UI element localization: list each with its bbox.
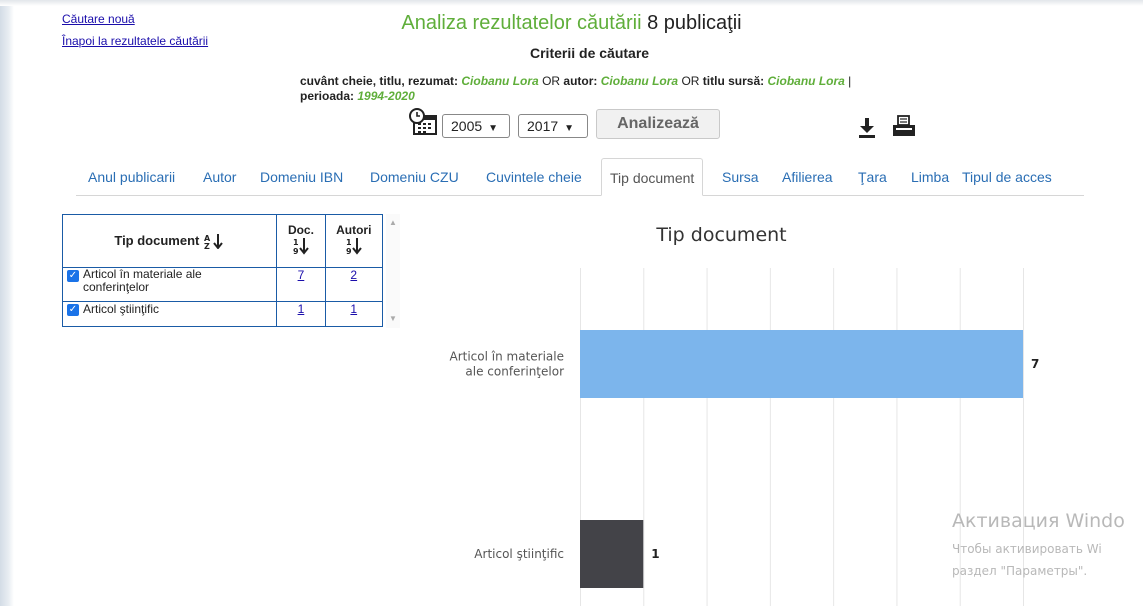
criteria-separator: | [848, 74, 852, 88]
svg-text:1: 1 [293, 238, 299, 247]
page-title: Analiza rezultatelor căutării 8 publicaţ… [0, 12, 1143, 35]
analyze-button[interactable]: Analizează [596, 109, 720, 139]
row-authors-link[interactable]: 2 [350, 268, 357, 282]
column-header-type[interactable]: Tip document A Z [61, 214, 278, 268]
row-name-cell: ✓ Articol ştiinţific [61, 301, 278, 327]
window-edge [0, 0, 14, 606]
watermark-title: Активация Windo [952, 510, 1125, 532]
criteria-value: Ciobanu Lora [461, 74, 539, 88]
analysis-tabs: Anul publicarii Autor Domeniu IBN Domeni… [76, 158, 1084, 196]
svg-text:9: 9 [346, 247, 352, 255]
calendar-clock-icon [409, 108, 437, 135]
svg-text:1: 1 [346, 238, 352, 247]
table-row: ✓ Articol în materiale ale conferinţelor … [61, 267, 384, 302]
tab-domain-czu[interactable]: Domeniu CZU [370, 158, 459, 194]
tab-language[interactable]: Limba [911, 158, 949, 194]
criteria-key: cuvânt cheie, titlu, rezumat: [300, 74, 459, 88]
windows-activation-watermark: Активация Windo Чтобы активировать Wi ра… [952, 510, 1125, 582]
tab-source[interactable]: Sursa [722, 158, 759, 194]
criteria-value: 1994-2020 [357, 89, 415, 103]
tab-access-type[interactable]: Tipul de acces [962, 158, 1052, 194]
criteria-title: Criterii de căutare [530, 45, 650, 61]
download-icon[interactable] [858, 116, 876, 138]
chart-data-label: 7 [1031, 357, 1039, 371]
chart-data-label: 1 [651, 547, 659, 561]
watermark-line: Чтобы активировать Wi [952, 542, 1102, 556]
row-name: Articol ştiinţific [83, 302, 160, 316]
window-top-edge [0, 0, 1143, 6]
tab-document-type[interactable]: Tip document [601, 158, 704, 196]
column-header-doc[interactable]: Doc. 1 9 [276, 214, 326, 268]
sort-19-icon[interactable]: 1 9 [290, 237, 312, 256]
chevron-down-icon: ▼ [488, 123, 499, 134]
criteria-operator: OR [681, 74, 700, 88]
svg-text:Z: Z [204, 242, 210, 249]
watermark-line: раздел "Параметры". [952, 564, 1088, 578]
year-from-select[interactable]: 2005 ▼ [442, 114, 510, 138]
column-header-authors[interactable]: Autori 1 9 [324, 214, 384, 268]
page: Căutare nouă Înapoi la rezultatele căută… [0, 0, 1143, 606]
chart-bar[interactable] [580, 520, 644, 588]
tab-year[interactable]: Anul publicarii [88, 158, 175, 194]
row-checkbox[interactable]: ✓ [67, 304, 79, 316]
criteria-value: Ciobanu Lora [600, 74, 679, 88]
publication-count: 8 publicaţii [647, 12, 742, 34]
table-scrollbar[interactable]: ▲ ▼ [386, 214, 400, 328]
column-header-type-label: Tip document [114, 232, 200, 248]
row-name: Articol în materiale ale conferinţelor [83, 267, 202, 294]
svg-text:9: 9 [293, 247, 299, 255]
tab-author[interactable]: Autor [203, 158, 236, 194]
back-to-results-link[interactable]: Înapoi la rezultatele căutării [62, 34, 208, 48]
criteria-key: perioada: [300, 89, 355, 103]
sort-az-icon[interactable]: A Z [203, 233, 225, 251]
row-doc-link[interactable]: 1 [298, 302, 305, 316]
row-authors-cell: 1 [324, 301, 384, 327]
sort-19-icon[interactable]: 1 9 [343, 237, 365, 256]
tab-country[interactable]: Ţara [858, 158, 887, 194]
year-to-value: 2017 [527, 118, 559, 134]
row-authors-link[interactable]: 1 [350, 302, 357, 316]
row-doc-link[interactable]: 7 [298, 268, 305, 282]
year-from-value: 2005 [451, 118, 483, 134]
criteria-key: autor: [563, 74, 598, 88]
print-icon[interactable] [892, 114, 916, 138]
chart-title: Tip document [656, 224, 787, 246]
row-doc-cell: 7 [276, 267, 326, 302]
year-to-select[interactable]: 2017 ▼ [518, 114, 588, 138]
criteria-operator: OR [542, 74, 561, 88]
tab-affiliation[interactable]: Afilierea [782, 158, 833, 194]
row-name-cell: ✓ Articol în materiale ale conferinţelor [61, 267, 278, 302]
table-row: ✓ Articol ştiinţific 1 1 [61, 301, 384, 327]
chart-category-label: Articol ştiinţific [474, 547, 564, 561]
title-text: Analiza rezultatelor căutării [401, 12, 642, 34]
search-criteria: cuvânt cheie, titlu, rezumat: Ciobanu Lo… [300, 74, 1000, 104]
row-doc-cell: 1 [276, 301, 326, 327]
scroll-down-icon[interactable]: ▼ [388, 314, 398, 323]
row-checkbox[interactable]: ✓ [67, 270, 79, 282]
criteria-value: Ciobanu Lora [767, 74, 845, 88]
tab-keywords[interactable]: Cuvintele cheie [486, 158, 582, 194]
criteria-key: titlu sursă: [702, 74, 765, 88]
column-header-authors-label: Autori [336, 223, 372, 237]
chevron-down-icon: ▼ [564, 123, 575, 134]
chart-category-label: Articol în materiale ale conferinţelor [450, 350, 565, 379]
chart-bar[interactable] [580, 330, 1023, 398]
document-type-table: Tip document A Z Doc. 1 9 Autori 1 9 ✓ A… [61, 214, 384, 327]
row-authors-cell: 2 [324, 267, 384, 302]
tab-domain-ibn[interactable]: Domeniu IBN [260, 158, 343, 194]
column-header-doc-label: Doc. [287, 223, 314, 237]
scroll-up-icon[interactable]: ▲ [388, 218, 398, 227]
